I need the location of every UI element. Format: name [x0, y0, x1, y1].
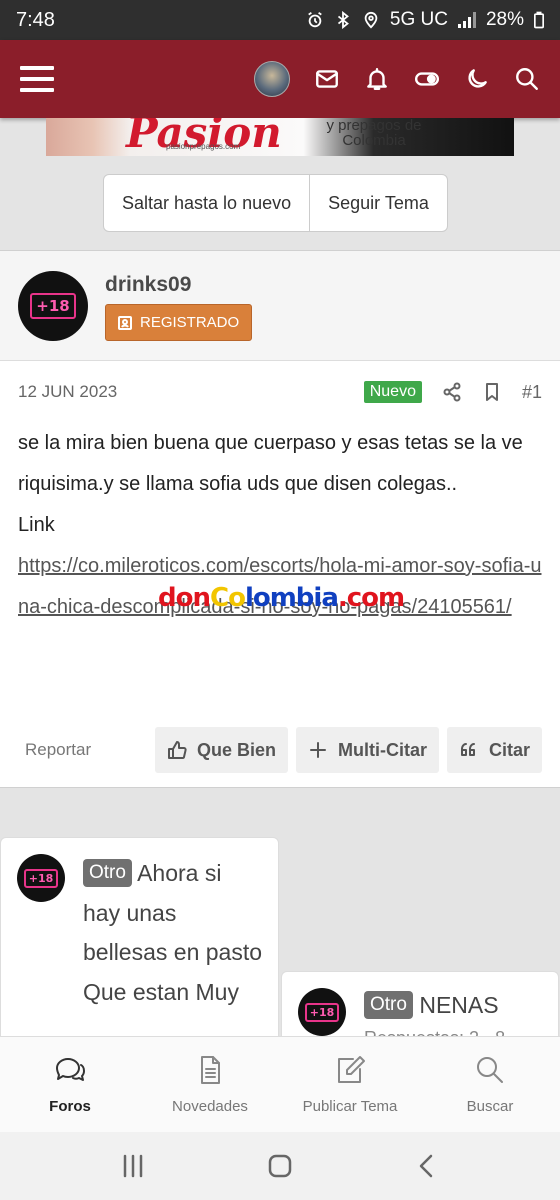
thread-title[interactable]: Otro Ahora si hay unas bellesas en pasto…	[83, 854, 262, 1012]
thread-prefix: Otro	[364, 991, 413, 1019]
nav-label: Foros	[49, 1098, 91, 1115]
badge-label: REGISTRADO	[140, 314, 240, 331]
location-icon	[364, 11, 378, 29]
thread-title-text: NENAS	[419, 992, 499, 1018]
nav-post-thread[interactable]: Publicar Tema	[280, 1037, 420, 1132]
user-avatar[interactable]: +18	[18, 271, 88, 341]
edit-icon	[338, 1056, 365, 1083]
user-badge: REGISTRADO	[105, 304, 253, 341]
link-label: Link	[18, 514, 55, 536]
mail-icon[interactable]	[314, 66, 340, 92]
bell-icon[interactable]	[364, 66, 390, 92]
post-number[interactable]: #1	[522, 382, 542, 403]
banner-tagline: y prepagos de Colombia	[326, 118, 422, 149]
action-buttons: Que Bien Multi-Citar Citar	[154, 727, 542, 773]
status-time: 7:48	[16, 8, 55, 31]
menu-icon[interactable]	[20, 66, 54, 92]
search-icon	[477, 1057, 503, 1083]
follow-thread-button[interactable]: Seguir Tema	[309, 175, 447, 231]
back-icon[interactable]	[413, 1152, 441, 1180]
id-card-icon	[118, 315, 132, 330]
alarm-icon	[308, 12, 322, 28]
status-bar: 7:48 5G UC 28%	[0, 0, 560, 40]
nav-news[interactable]: Novedades	[140, 1037, 280, 1132]
report-link[interactable]: Reportar	[25, 740, 91, 760]
chat-icon	[56, 1058, 85, 1081]
header-actions	[254, 61, 540, 97]
recent-apps-icon[interactable]	[119, 1152, 147, 1180]
post-meta: 12 JUN 2023 Nuevo #1	[18, 379, 542, 405]
post-user-info: +18 drinks09 REGISTRADO	[0, 251, 560, 361]
post-meta-actions: Nuevo #1	[363, 381, 542, 403]
watermark: donColombia.com	[158, 583, 405, 613]
thread-avatar[interactable]: +18	[298, 988, 346, 1036]
moon-icon[interactable]	[464, 66, 490, 92]
bluetooth-icon	[337, 11, 349, 29]
multiquote-button[interactable]: Multi-Citar	[295, 727, 439, 773]
network-label: 5G UC	[389, 9, 448, 30]
quote-button[interactable]: Citar	[446, 727, 542, 773]
username[interactable]: drinks09	[105, 273, 191, 297]
system-nav-bar	[0, 1132, 560, 1200]
avatar[interactable]	[254, 61, 290, 97]
plus-icon	[309, 742, 326, 758]
post-actions: Reportar Que Bien Multi-Citar Citar	[0, 727, 560, 773]
avatar-label: +18	[23, 868, 59, 888]
post-text: se la mira bien buena que cuerpaso y esa…	[18, 432, 523, 495]
banner-url: pasionprepagos.com	[166, 142, 241, 151]
post-card: +18 drinks09 REGISTRADO 12 JUN 2023 Nuev…	[0, 250, 560, 788]
thumbs-up-icon	[167, 741, 187, 759]
search-icon[interactable]	[514, 66, 540, 92]
ad-banner[interactable]: Pasion pasionprepagos.com y prepagos de …	[46, 118, 514, 156]
jump-new-button[interactable]: Saltar hasta lo nuevo	[104, 175, 309, 231]
app-header	[0, 40, 560, 118]
avatar-label: +18	[30, 293, 76, 319]
thread-button-group: Saltar hasta lo nuevo Seguir Tema	[103, 174, 448, 232]
status-icons: 5G UC 28%	[306, 9, 544, 31]
quote-icon	[460, 743, 475, 756]
toggle-icon[interactable]	[414, 66, 440, 92]
post-date[interactable]: 12 JUN 2023	[18, 382, 117, 402]
similar-thread-card[interactable]: +18 Otro Ahora si hay unas bellesas en p…	[0, 837, 279, 1057]
battery-icon	[534, 11, 544, 29]
battery-label: 28%	[485, 9, 524, 30]
document-icon	[201, 1056, 220, 1084]
home-icon[interactable]	[266, 1152, 294, 1180]
bottom-nav: Foros Novedades Publicar Tema Buscar	[0, 1036, 560, 1132]
signal-icon	[457, 12, 476, 28]
nav-forums[interactable]: Foros	[0, 1037, 140, 1132]
share-icon[interactable]	[442, 382, 462, 402]
multiquote-label: Multi-Citar	[337, 739, 427, 760]
thread-prefix: Otro	[83, 859, 132, 887]
nav-label: Novedades	[172, 1098, 248, 1115]
like-label: Que Bien	[196, 739, 276, 760]
thread-avatar[interactable]: +18	[17, 854, 65, 902]
new-badge: Nuevo	[363, 381, 422, 403]
quote-label: Citar	[488, 739, 530, 760]
nav-search[interactable]: Buscar	[420, 1037, 560, 1132]
nav-label: Buscar	[466, 1098, 514, 1115]
like-button[interactable]: Que Bien	[154, 727, 288, 773]
avatar-label: +18	[304, 1002, 340, 1022]
thread-title[interactable]: Otro NENAS	[364, 988, 542, 1022]
nav-label: Publicar Tema	[302, 1098, 398, 1115]
bookmark-icon[interactable]	[482, 382, 502, 402]
